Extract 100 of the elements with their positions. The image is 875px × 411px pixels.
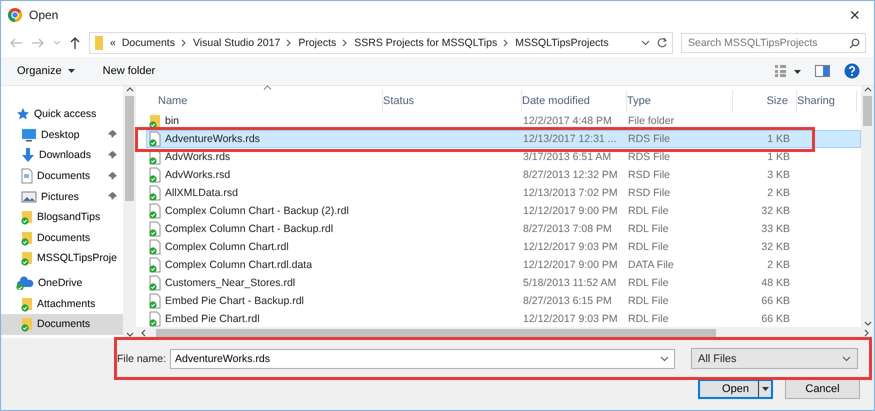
address-bar[interactable]: « Documents Visual Studio 2017 Projects SSRS Projects for MSSQLTips MSSQLTipsProjects bbox=[89, 32, 673, 54]
file-size: 1 KB bbox=[766, 151, 791, 163]
breadcrumb[interactable]: SSRS Projects for MSSQLTips bbox=[354, 37, 498, 49]
file-row[interactable]: Embed Pie Chart.rdl 12/12/2017 9:03 PM RDL File 66 KB bbox=[146, 310, 861, 328]
down-arrow-icon bbox=[21, 147, 35, 164]
date-modified: 12/13/2013 7:02 PM bbox=[523, 187, 619, 199]
file-row[interactable]: AllXMLData.rsd 12/13/2013 7:02 PM RSD File 2 KB bbox=[146, 184, 861, 202]
breadcrumb[interactable]: Visual Studio 2017 bbox=[192, 37, 280, 49]
file-name: bin bbox=[165, 115, 180, 127]
file-row[interactable]: AdvWorks.rsd 8/27/2013 12:32 PM RSD File 3 KB bbox=[146, 166, 861, 184]
search-icon bbox=[849, 38, 860, 49]
file-row[interactable]: Complex Column Chart.rdl.data 12/12/2017 9:00 PM DATA File 2 KB bbox=[146, 256, 861, 274]
scroll-down-icon bbox=[126, 332, 134, 338]
sidebar-item[interactable]: Attachments bbox=[1, 293, 123, 314]
column-header[interactable]: Name bbox=[158, 90, 383, 112]
sort-caret-icon bbox=[263, 85, 272, 90]
view-options-icon bbox=[775, 65, 801, 77]
file-type-dropdown[interactable]: All Files bbox=[691, 348, 858, 369]
file-row[interactable]: bin 12/2/2017 4:48 PM File folder bbox=[146, 112, 861, 130]
file-type: RDL File bbox=[628, 313, 670, 325]
file-icon bbox=[149, 167, 161, 183]
date-modified: 8/27/2013 7:08 PM bbox=[523, 223, 613, 235]
date-modified: 12/2/2017 4:48 PM bbox=[523, 115, 613, 127]
file-row[interactable]: AdvWorks.rds 3/17/2013 6:51 AM RDS File 1 KB bbox=[146, 148, 861, 166]
horizontal-scrollbar[interactable] bbox=[136, 327, 874, 338]
breadcrumb[interactable]: Projects bbox=[298, 37, 336, 49]
help-icon bbox=[844, 63, 860, 79]
scroll-thumb[interactable] bbox=[125, 96, 134, 201]
pin-icon bbox=[108, 150, 117, 160]
folder-icon bbox=[21, 296, 33, 312]
folder-icon bbox=[21, 209, 33, 226]
file-name: Embed Pie Chart - Backup.rdl bbox=[165, 295, 304, 307]
column-header[interactable]: Type bbox=[627, 90, 733, 112]
column-header[interactable]: Size bbox=[733, 90, 797, 112]
sidebar-item[interactable]: Documents bbox=[1, 166, 123, 186]
star-icon bbox=[16, 107, 30, 122]
file-row[interactable]: Customers_Near_Stores.rdl 5/18/2013 11:52 AM RDL File 48 KB bbox=[146, 274, 861, 292]
file-row[interactable]: Complex Column Chart.rdl 12/12/2017 9:03 PM RDL File 32 KB bbox=[146, 238, 861, 256]
sidebar-item[interactable]: MSSQLTipsProje bbox=[1, 248, 123, 269]
file-icon bbox=[149, 275, 161, 291]
scroll-up-icon bbox=[864, 86, 872, 92]
sidebar-item[interactable]: BlogsandTips bbox=[1, 206, 123, 228]
sidebar-item[interactable]: Documents bbox=[1, 314, 123, 335]
scroll-left-icon bbox=[140, 328, 146, 336]
folder-icon bbox=[94, 35, 104, 51]
sidebar-item[interactable]: Quick access bbox=[1, 104, 123, 125]
open-button[interactable]: Open bbox=[698, 379, 773, 399]
date-modified: 8/27/2013 12:32 PM bbox=[523, 169, 619, 181]
scrollbar[interactable] bbox=[861, 86, 874, 327]
file-type: RDL File bbox=[628, 295, 670, 307]
sidebar-item[interactable]: Downloads bbox=[1, 145, 123, 166]
sidebar-item[interactable]: Documents bbox=[1, 228, 123, 248]
file-row[interactable]: Embed Pie Chart - Backup.rdl 8/27/2013 6:15 PM RDL File 66 KB bbox=[146, 292, 861, 310]
sidebar-item[interactable]: Pictures bbox=[1, 186, 123, 207]
scroll-down-icon bbox=[864, 321, 872, 327]
chrome-logo-icon bbox=[7, 7, 23, 23]
file-type: RDL File bbox=[628, 223, 670, 235]
date-modified: 12/12/2017 9:03 PM bbox=[523, 313, 619, 325]
chevron-icon bbox=[503, 39, 510, 47]
new-folder-button[interactable]: New folder bbox=[100, 63, 158, 79]
cancel-button[interactable]: Cancel bbox=[785, 379, 860, 399]
dropdown-caret-icon bbox=[660, 356, 670, 362]
file-name: Customers_Near_Stores.rdl bbox=[165, 277, 296, 289]
organize-button[interactable]: Organize bbox=[15, 63, 77, 79]
column-header[interactable]: Date modified bbox=[522, 90, 627, 112]
search-field[interactable]: Search MSSQLTipsProjects bbox=[681, 33, 866, 53]
file-icon bbox=[149, 239, 161, 255]
path-overflow-marker[interactable]: « bbox=[110, 37, 116, 49]
pin-icon bbox=[108, 172, 117, 181]
sidebar-item[interactable]: OneDrive bbox=[1, 272, 123, 294]
date-modified: 12/13/2017 12:31 ... bbox=[523, 133, 618, 145]
file-size: 2 KB bbox=[766, 187, 791, 199]
file-icon bbox=[149, 131, 161, 147]
column-header[interactable]: Sharing bbox=[797, 90, 857, 112]
date-modified: 5/18/2013 11:52 AM bbox=[523, 277, 618, 289]
sidebar-item[interactable]: Desktop bbox=[1, 124, 123, 146]
close-button[interactable]: × bbox=[841, 4, 868, 26]
file-row[interactable]: Complex Column Chart - Backup.rdl 8/27/2013 7:08 PM RDL File 33 KB bbox=[146, 220, 861, 238]
file-type: DATA File bbox=[628, 259, 675, 271]
file-size: 1 KB bbox=[766, 133, 791, 145]
file-row[interactable]: AdventureWorks.rds 12/13/2017 12:31 ... RDS File 1 KB bbox=[146, 130, 861, 148]
file-type: RDL File bbox=[628, 205, 670, 217]
column-header[interactable]: Status bbox=[383, 90, 522, 112]
chevron-icon bbox=[286, 39, 292, 47]
breadcrumb[interactable]: MSSQLTipsProjects bbox=[515, 37, 609, 49]
file-type: RSD File bbox=[628, 169, 672, 181]
file-name: Complex Column Chart - Backup.rdl bbox=[165, 223, 334, 235]
refresh-icon bbox=[656, 37, 668, 49]
file-size: 48 KB bbox=[760, 277, 791, 289]
file-size: 32 KB bbox=[760, 205, 791, 217]
folder-icon bbox=[149, 113, 161, 129]
scroll-thumb[interactable] bbox=[156, 328, 716, 336]
file-name-field[interactable]: AdventureWorks.rds bbox=[170, 348, 676, 368]
pin-icon bbox=[108, 130, 117, 140]
dropdown-caret-icon bbox=[641, 40, 650, 46]
scroll-thumb[interactable] bbox=[863, 96, 872, 126]
file-row[interactable]: Complex Column Chart - Backup (2).rdl 12/12/2017 9:00 PM RDL File 32 KB bbox=[146, 202, 861, 220]
file-name: AdvWorks.rsd bbox=[165, 169, 230, 181]
scrollbar[interactable] bbox=[123, 86, 136, 338]
breadcrumb[interactable]: Documents bbox=[122, 37, 175, 49]
